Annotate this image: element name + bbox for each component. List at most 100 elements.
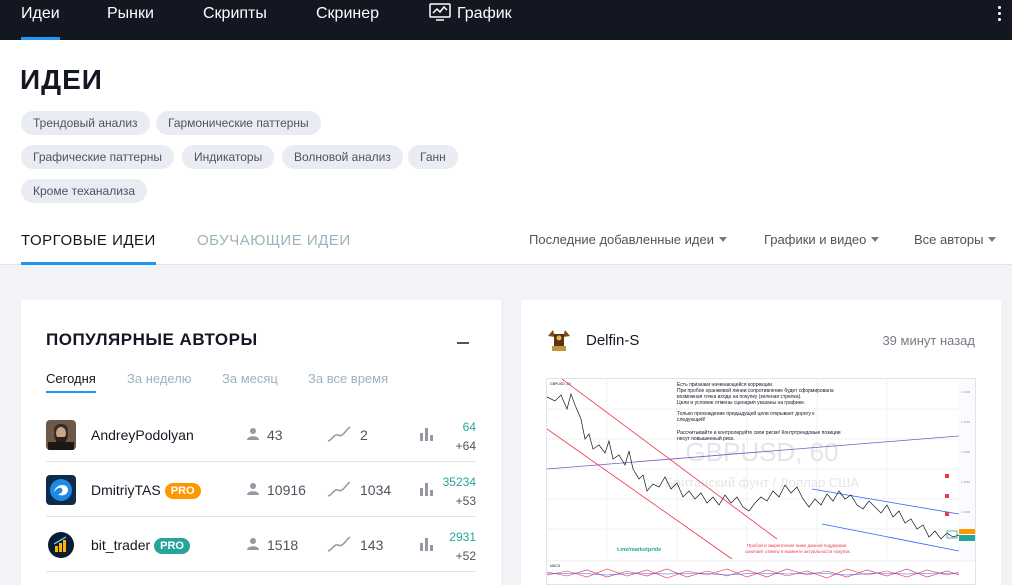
popular-authors-title: ПОПУЛЯРНЫЕ АВТОРЫ [46, 330, 258, 349]
ideas-icon [327, 536, 351, 552]
chart-note-line: Цели и условие отмены сценария указаны н… [677, 400, 805, 406]
svg-text:1.3000: 1.3000 [961, 390, 971, 394]
tag-trend-analysis[interactable]: Трендовый анализ [21, 111, 150, 135]
author-name-label: AndreyPodolyan [91, 427, 194, 443]
chart-header: GBPUSD, 60 [550, 382, 571, 386]
chart-note2-line: означает отмену в моменте актуальности п… [745, 549, 851, 554]
nav-chart[interactable]: График [429, 0, 512, 40]
chevron-down-icon [718, 237, 727, 242]
avatar[interactable] [46, 475, 76, 505]
top-navigation: Идеи Рынки Скрипты Скринер График [0, 0, 1012, 40]
filter-type[interactable]: Графики и видео [764, 232, 880, 247]
ideas-icon [327, 426, 351, 442]
idea-chart-image: 1.3000 1.2950 1.2900 1.2850 1.2800 GBPUSD,… [546, 378, 975, 584]
avatar[interactable] [46, 420, 76, 450]
chart-signature: t.me/marketpride [617, 547, 661, 553]
period-week[interactable]: За неделю [127, 371, 192, 386]
ideas-count: 2 [360, 427, 368, 443]
followers-icon [247, 428, 259, 440]
period-today[interactable]: Сегодня [46, 371, 96, 393]
minimize-icon[interactable] [457, 342, 469, 344]
author-row: DmitriyTAS PRO 10916 1034 35234 +53 [46, 463, 476, 517]
nav-markets[interactable]: Рынки [107, 0, 154, 40]
filter-sort-label: Последние добавленные идеи [529, 232, 714, 247]
ideas-count: 143 [360, 537, 384, 553]
chart-note-line: Рассчитывайте и контролируйте свои риски… [677, 429, 841, 436]
ideas-count: 1034 [360, 482, 392, 498]
tag-wave-analysis[interactable]: Волновой анализ [282, 145, 403, 169]
pro-badge: PRO [154, 538, 190, 554]
nav-scripts-label: Скрипты [203, 5, 267, 22]
filter-type-label: Графики и видео [764, 232, 867, 247]
author-name-label: bit_trader [91, 537, 151, 553]
author-name-label: DmitriyTAS [91, 482, 161, 498]
reputation-icon [420, 483, 433, 496]
author-name[interactable]: AndreyPodolyan [91, 427, 194, 443]
svg-text:1.2950: 1.2950 [961, 420, 971, 424]
tag-chart-patterns[interactable]: Графические паттерны [21, 145, 174, 169]
nav-scripts[interactable]: Скрипты [203, 0, 267, 40]
chart-note-line: При пробое оранжевой линии сопротивление… [677, 387, 834, 394]
avatar[interactable] [46, 530, 76, 560]
followers-count: 43 [267, 427, 283, 443]
filter-authors-label: Все авторы [914, 232, 984, 247]
svg-text:1.2850: 1.2850 [961, 480, 971, 484]
reputation-icon [420, 538, 433, 551]
reputation: 35234 +53 [443, 473, 476, 511]
idea-timestamp: 39 минут назад [882, 333, 975, 348]
reputation: 64 +64 [456, 418, 476, 456]
chart-note-line: несут повышенный риск. [677, 435, 735, 442]
nav-markets-label: Рынки [107, 5, 154, 22]
page-title: ИДЕИ [20, 64, 103, 95]
reputation-delta: +64 [455, 439, 476, 453]
reputation-total: 2931 [449, 530, 476, 544]
chart-note-line: Только прохождение предыдущей цели откры… [677, 410, 815, 417]
chart-note-line: Есть признаки начинающейся коррекции. [677, 381, 773, 388]
chevron-down-icon [988, 237, 997, 242]
author-name[interactable]: bit_trader PRO [91, 537, 190, 554]
reputation-icon [420, 428, 433, 441]
chart-indicator-label: MACD [550, 564, 561, 568]
reputation-total: 35234 [442, 475, 476, 489]
period-month[interactable]: За месяц [222, 371, 278, 386]
author-row: AndreyPodolyan 43 2 64 +64 [46, 408, 476, 462]
filter-authors[interactable]: Все авторы [914, 232, 997, 247]
filter-sort[interactable]: Последние добавленные идеи [529, 232, 727, 247]
nav-screener[interactable]: Скринер [316, 0, 379, 40]
tab-educational-ideas[interactable]: ОБУЧАЮЩИЕ ИДЕИ [197, 232, 351, 249]
idea-author-name[interactable]: Delfin-S [586, 332, 639, 349]
reputation-total: 64 [462, 420, 476, 434]
tag-non-ta[interactable]: Кроме теханализа [21, 179, 148, 203]
nav-ideas[interactable]: Идеи [21, 0, 60, 40]
reputation-delta: +52 [455, 549, 476, 563]
ideas-icon [327, 481, 351, 497]
tab-trading-ideas[interactable]: ТОРГОВЫЕ ИДЕИ [21, 232, 156, 265]
author-avatar[interactable] [545, 326, 573, 354]
ideas-header: ИДЕИ Трендовый анализ Гармонические патт… [0, 40, 1012, 265]
tag-gann[interactable]: Ганн [408, 145, 458, 169]
reputation: 2931 +52 [449, 528, 476, 566]
idea-chart-thumbnail[interactable]: 1.3000 1.2950 1.2900 1.2850 1.2800 GBPUSD,… [546, 378, 976, 585]
svg-text:1.2900: 1.2900 [961, 450, 971, 454]
chevron-down-icon [871, 237, 880, 242]
popular-authors-card: ПОПУЛЯРНЫЕ АВТОРЫ Сегодня За неделю За м… [21, 300, 501, 585]
svg-text:1.2800: 1.2800 [961, 510, 971, 514]
author-row: bit_trader PRO 1518 143 2931 +52 [46, 518, 476, 572]
tag-indicators[interactable]: Индикаторы [182, 145, 275, 169]
period-all-time[interactable]: За все время [308, 371, 388, 386]
author-name[interactable]: DmitriyTAS PRO [91, 482, 201, 499]
nav-ideas-label: Идеи [21, 5, 60, 22]
chart-monitor-icon [429, 3, 451, 21]
idea-card: Delfin-S 39 минут назад 1.3000 1.2950 1.2… [521, 300, 1001, 585]
tag-harmonic-patterns[interactable]: Гармонические паттерны [156, 111, 321, 135]
pro-badge: PRO [164, 483, 201, 499]
more-menu-icon[interactable] [996, 6, 1002, 26]
followers-count: 1518 [267, 537, 299, 553]
followers-count: 10916 [267, 482, 306, 498]
reputation-delta: +53 [455, 494, 476, 508]
chart-note2-line: Пробой и закрепление ниже данной поддерж… [747, 542, 847, 548]
followers-icon [247, 538, 259, 550]
followers-icon [247, 483, 259, 495]
chart-note-line: следующей! [677, 416, 705, 423]
nav-chart-label: График [457, 5, 512, 22]
